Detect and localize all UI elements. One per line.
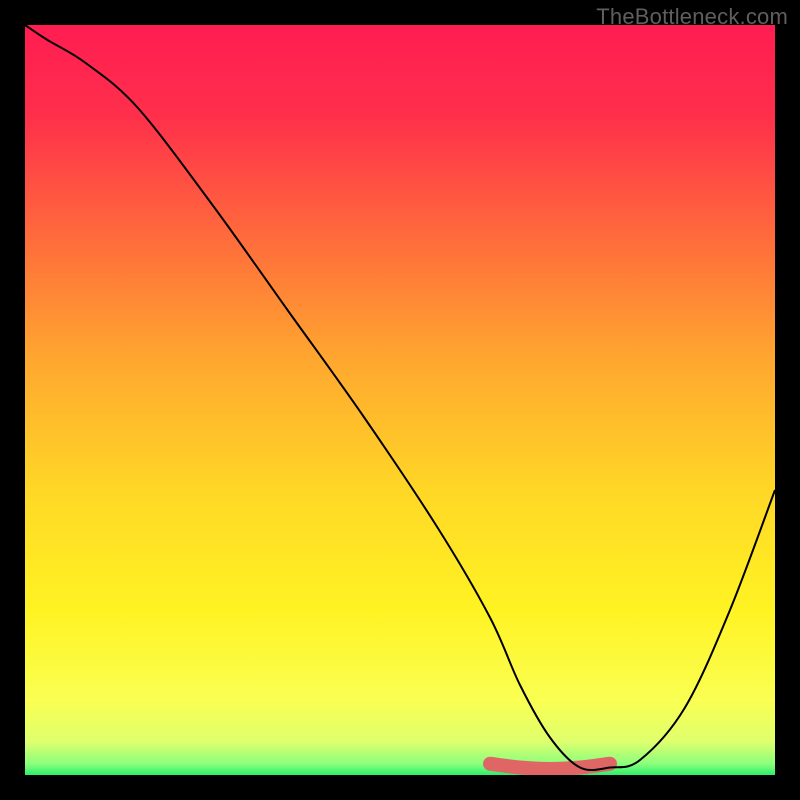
plot-area	[25, 25, 775, 775]
watermark-text: TheBottleneck.com	[596, 4, 788, 30]
curve-layer	[25, 25, 775, 775]
bottleneck-curve	[25, 25, 775, 770]
chart-frame: TheBottleneck.com	[0, 0, 800, 800]
recommended-range-highlight	[490, 764, 610, 769]
